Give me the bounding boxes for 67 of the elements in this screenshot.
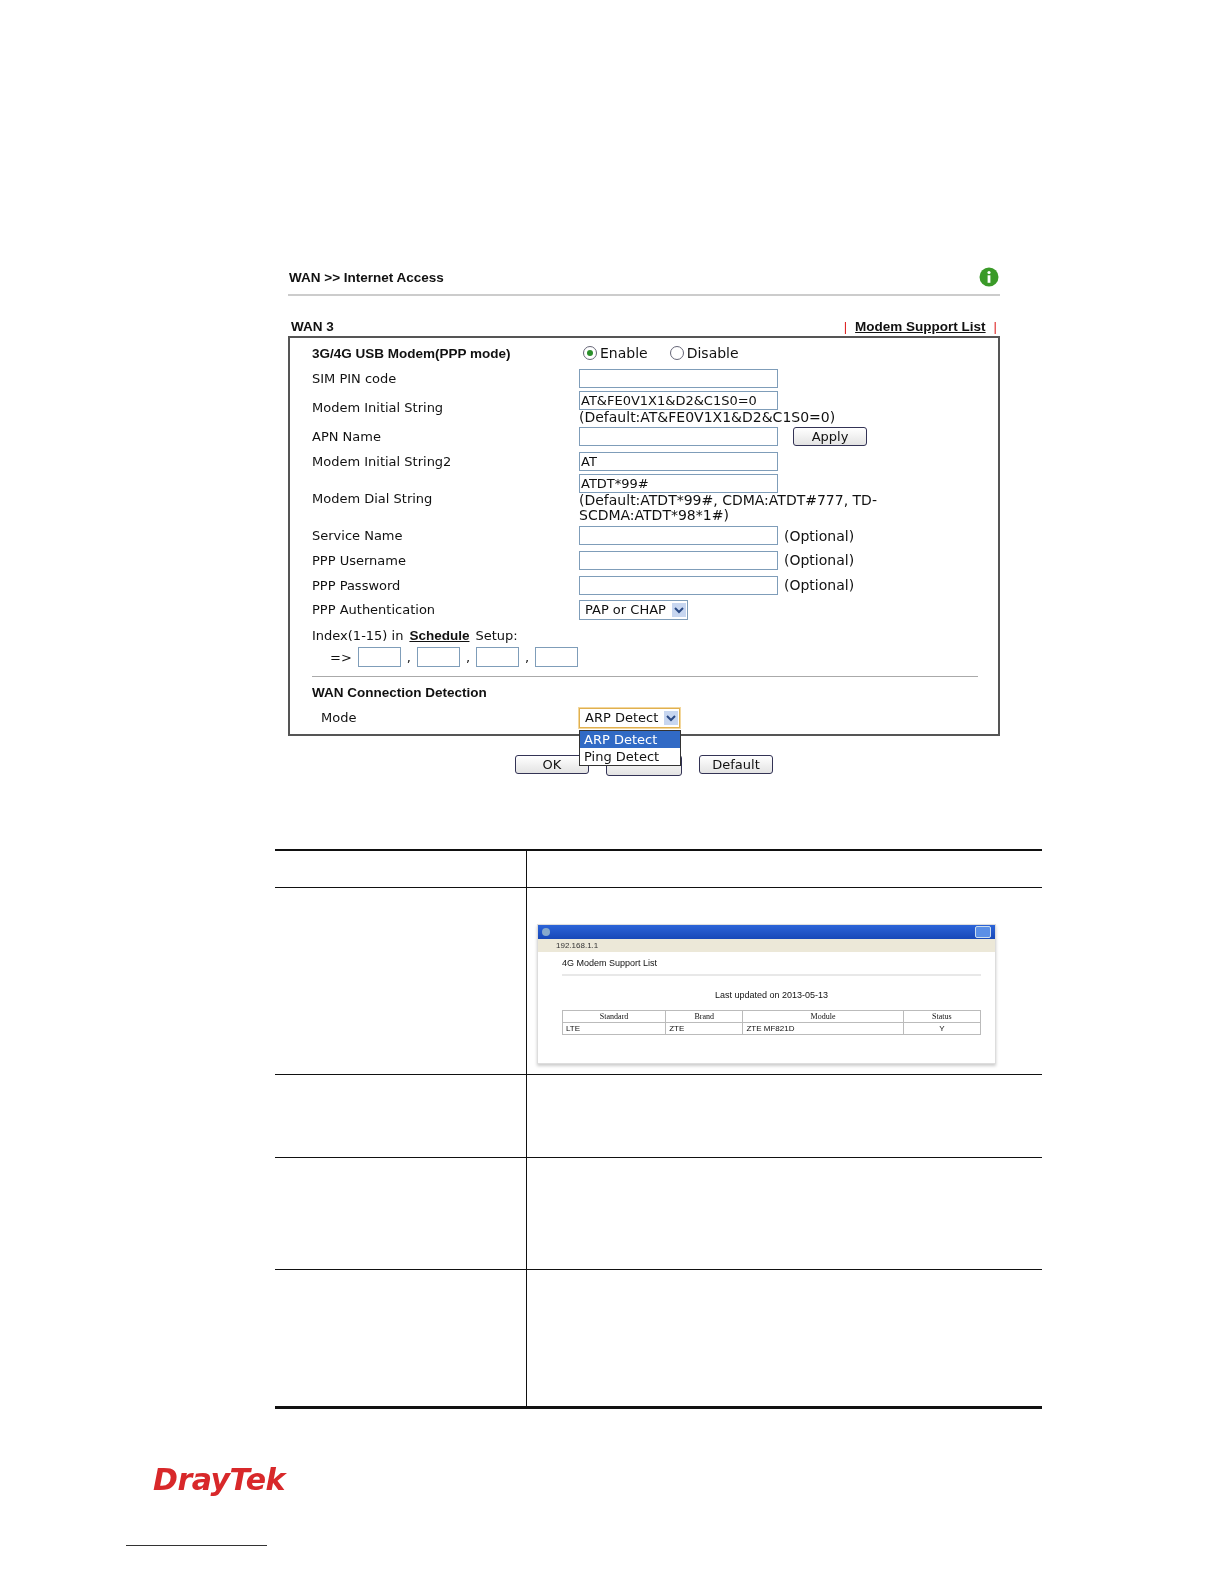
field-label: PPP Password — [312, 577, 402, 593]
minimize-icon[interactable] — [975, 926, 991, 938]
default-hint: (Default:ATDT*99#, CDMA:ATDT#777, TD-SCDMA:ATDT*98*1#) — [579, 493, 878, 524]
divider-mark: | — [993, 319, 997, 334]
input-field[interactable] — [579, 550, 778, 570]
comma: , — [465, 649, 471, 665]
index-field[interactable] — [476, 647, 520, 668]
optional-hint: (Optional) — [784, 577, 855, 594]
field-label: Mode — [320, 710, 358, 726]
table-cell: ZTE MF821D — [743, 1022, 904, 1035]
radio-button[interactable] — [583, 346, 597, 361]
subsection-title: WAN Connection Detection — [312, 685, 488, 703]
schedule-link[interactable]: Schedule — [409, 627, 470, 643]
column-header: Brand — [665, 1010, 743, 1023]
radio-label: Disable — [686, 345, 739, 362]
menu-option[interactable]: ARP Detect — [580, 730, 680, 748]
radio-label: Enable — [600, 345, 648, 362]
schedule-label: Index(1-15) in — [312, 627, 404, 643]
index-field[interactable] — [535, 647, 579, 668]
field-label: Modem Dial String — [312, 491, 434, 507]
input-field[interactable]: ATDT*99# — [579, 474, 778, 494]
caret-icon[interactable] — [664, 710, 679, 725]
apply-button[interactable]: Apply — [793, 427, 867, 447]
field-label: SIM PIN code — [312, 370, 398, 386]
section-title: WAN 3 — [291, 319, 334, 334]
caret-icon[interactable] — [671, 602, 686, 617]
action-button[interactable]: Default — [699, 755, 773, 775]
input-field[interactable] — [579, 526, 778, 546]
column-header: Status — [903, 1010, 981, 1023]
input-field[interactable] — [579, 427, 778, 447]
input-field[interactable]: AT — [579, 452, 778, 472]
page-title: WAN >> Internet Access — [289, 269, 444, 285]
table-cell: ZTE — [665, 1022, 743, 1035]
comma: , — [406, 649, 411, 665]
brand-logo: DrayTek — [153, 1462, 285, 1497]
input-field[interactable] — [579, 368, 778, 388]
index-field[interactable] — [416, 647, 460, 668]
dropdown-field[interactable]: ARP Detect — [579, 707, 681, 728]
field-label: PPP Authentication — [312, 602, 437, 618]
divider-mark: | — [843, 319, 848, 334]
default-hint: (Default:AT&FE0V1X1&D2&C1S0=0) — [579, 409, 837, 425]
column-header: Module — [743, 1010, 904, 1023]
field-label: APN Name — [312, 429, 382, 445]
table-cell: Y — [903, 1022, 981, 1035]
field-label: Modem Initial String — [312, 400, 445, 416]
window-heading: 4G Modem Support List — [562, 958, 981, 976]
address-text: 192.168.1.1 — [556, 941, 599, 950]
input-field[interactable] — [579, 575, 778, 595]
field-label: PPP Username — [312, 552, 407, 568]
table-cell: LTE — [562, 1022, 666, 1035]
dropdown-field[interactable]: PAP or CHAP — [579, 599, 688, 620]
field-label: Modem Initial String2 — [312, 454, 453, 470]
schedule-label: Setup: — [475, 627, 518, 643]
arrow-text: => — [330, 649, 352, 665]
field-label: Service Name — [312, 528, 404, 544]
input-field[interactable]: AT&FE0V1X1&D2&C1S0=0 — [579, 390, 778, 410]
radio-button[interactable] — [669, 346, 684, 361]
info-icon[interactable] — [979, 267, 999, 287]
update-note: Last updated on 2013-05-13 — [713, 990, 830, 1000]
index-field[interactable] — [357, 647, 401, 668]
column-header: Standard — [562, 1010, 666, 1023]
comma: , — [525, 649, 530, 665]
browser-icon — [542, 928, 550, 936]
field-label: 3G/4G USB Modem(PPP mode) — [312, 345, 512, 361]
optional-hint: (Optional) — [784, 527, 855, 544]
modem-support-list-link[interactable]: Modem Support List — [855, 319, 986, 334]
optional-hint: (Optional) — [784, 552, 855, 569]
